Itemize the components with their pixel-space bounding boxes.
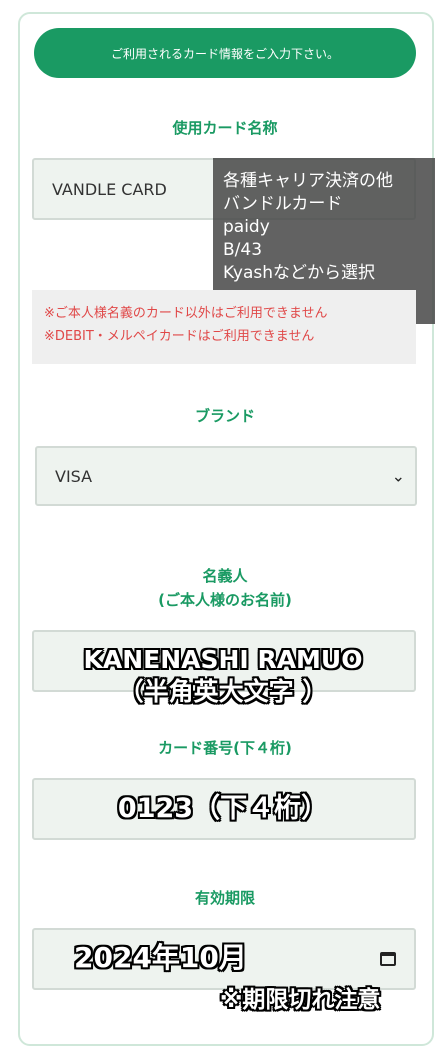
warning-line-1: ※ご本人様名義のカード以外はご利用できません xyxy=(44,306,328,321)
annotation-line: B/43 xyxy=(223,240,263,260)
card-name-label: 使用カード名称 xyxy=(172,119,278,137)
card-number-annotation: 0123（下４桁） xyxy=(117,793,329,824)
brand-selected-value: VISA xyxy=(55,466,93,486)
banner-text: ご利用されるカード情報をご入力下さい。 xyxy=(110,46,339,61)
holder-annotation-line-1: KANENASHI RAMUO xyxy=(83,645,363,674)
card-name-value: VANDLE CARD xyxy=(52,179,167,199)
expiry-annotation: 2024年10月 xyxy=(74,941,247,974)
annotation-line: paidy xyxy=(223,217,270,237)
annotation-line: バンドルカード xyxy=(223,194,343,214)
holder-sublabel: (ご本人様のお名前) xyxy=(158,591,292,609)
brand-label: ブランド xyxy=(194,407,255,425)
card-number-label: カード番号(下４桁) xyxy=(158,739,292,757)
warning-line-2: ※DEBIT・メルペイカードはご利用できません xyxy=(44,329,315,344)
holder-label: 名義人 xyxy=(202,567,248,585)
warning-box: ※ご本人様名義のカード以外はご利用できません ※DEBIT・メルペイカードはご利… xyxy=(32,290,416,364)
form-banner: ご利用されるカード情報をご入力下さい。 xyxy=(34,28,416,78)
holder-annotation-line-2: （半角英大文字 ） xyxy=(118,677,328,706)
calendar-icon[interactable] xyxy=(380,952,396,966)
holder-annotation: KANENASHI RAMUO （半角英大文字 ） xyxy=(0,644,446,708)
chevron-down-icon: ⌄ xyxy=(391,466,405,486)
expiry-note: ※期限切れ注意 xyxy=(220,987,381,1013)
annotation-line: 各種キャリア決済の他 xyxy=(223,171,393,191)
brand-select[interactable]: VISA ⌄ xyxy=(35,446,417,506)
expiry-label: 有効期限 xyxy=(194,889,255,907)
annotation-line: Kyashなどから選択 xyxy=(223,263,376,283)
